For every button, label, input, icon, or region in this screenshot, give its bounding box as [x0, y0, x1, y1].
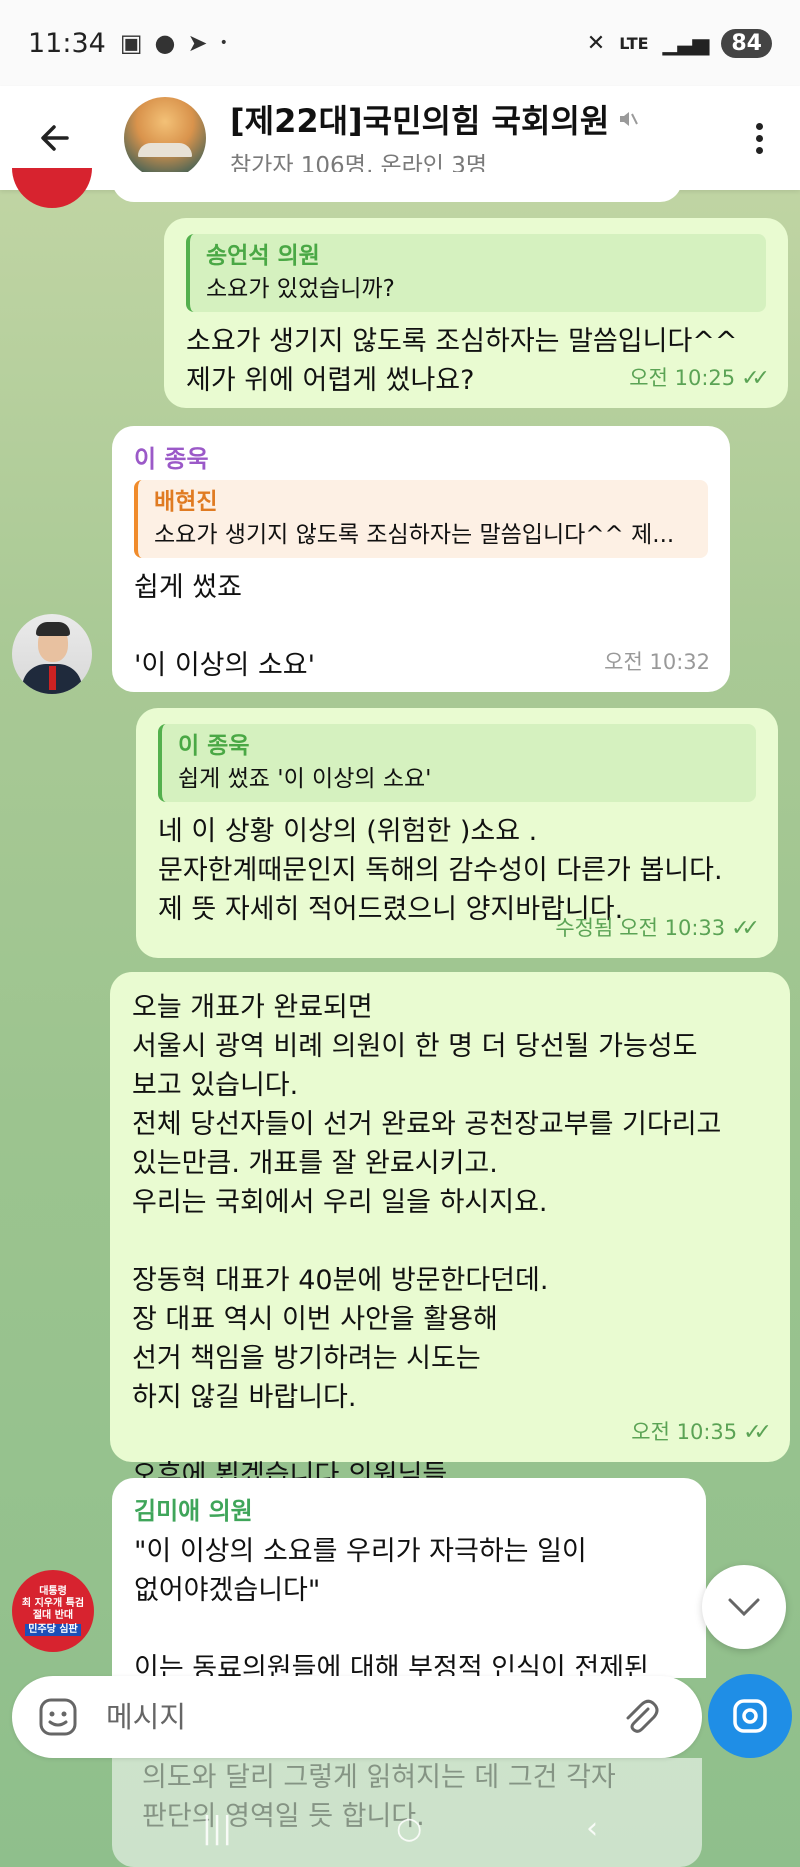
- avatar-text: 민주당 심판: [25, 1624, 81, 1636]
- read-checks-icon: ✓✓: [741, 366, 770, 391]
- status-system-icons: ✕ LTE ▁▃▅ 84: [586, 28, 772, 58]
- message-bubble-outgoing[interactable]: 이 종욱 쉽게 썼죠 '이 이상의 소요' 네 이 상황 이상의 (위험한 )소…: [136, 708, 778, 958]
- more-options-button[interactable]: [744, 122, 774, 154]
- attach-button[interactable]: [620, 1695, 660, 1739]
- paperclip-icon: [626, 1699, 659, 1733]
- chat-title-row: [제22대]국민의힘 국회의원: [230, 96, 744, 142]
- dot-icon: •: [219, 35, 228, 51]
- back-arrow-icon: [41, 125, 69, 151]
- quote-author: 이 종욱: [178, 733, 250, 759]
- chat-icon: ●: [154, 29, 176, 57]
- avatar-cropped[interactable]: [12, 168, 92, 208]
- read-checks-icon: ✓✓: [743, 1420, 772, 1445]
- message-bubble-outgoing[interactable]: 오늘 개표가 완료되면 서울시 광역 비례 의원이 한 명 더 당선될 가능성도…: [110, 972, 790, 1491]
- sender-avatar[interactable]: [12, 614, 92, 694]
- chevron-down-icon: [728, 1598, 760, 1617]
- status-notification-icons: ▣ ● ➤ •: [120, 29, 228, 57]
- message-meta: 수정됨 오전 10:33 ✓✓: [555, 909, 760, 948]
- dot: [755, 134, 763, 142]
- dot: [755, 122, 763, 130]
- chat-title: [제22대]국민의힘 국회의원: [230, 102, 610, 140]
- home-icon[interactable]: ○: [396, 1811, 422, 1846]
- quote-text: 소요가 있었습니까?: [206, 276, 395, 302]
- dot: [755, 146, 763, 154]
- avatar-tie: [49, 666, 56, 690]
- group-avatar[interactable]: [124, 97, 206, 179]
- read-checks-icon: ✓✓: [731, 916, 760, 941]
- back-button[interactable]: [30, 113, 80, 163]
- system-nav-bar: ||| ○ ‹: [0, 1790, 800, 1867]
- recent-apps-icon[interactable]: |||: [202, 1811, 232, 1846]
- avatar-text: 최 지우개 특검: [21, 1598, 85, 1609]
- reply-quote[interactable]: 송언석 의원 소요가 있었습니까?: [186, 234, 766, 312]
- scroll-to-bottom-button[interactable]: [702, 1565, 786, 1649]
- reply-quote[interactable]: 배현진 소요가 생기지 않도록 조심하자는 말씀입니다^^ 제...: [134, 480, 708, 558]
- camera-button[interactable]: [708, 1674, 792, 1758]
- reply-quote[interactable]: 이 종욱 쉽게 썼죠 '이 이상의 소요': [158, 724, 756, 802]
- sender-avatar[interactable]: 대통령 최 지우개 특검 절대 반대 민주당 심판: [12, 1570, 94, 1652]
- avatar-hair: [36, 622, 70, 636]
- battery-indicator: 84: [721, 28, 772, 58]
- sticker-button[interactable]: [36, 1695, 80, 1739]
- status-bar: 11:34 ▣ ● ➤ • ✕ LTE ▁▃▅ 84: [0, 0, 800, 86]
- message-meta: 오전 10:35 ✓✓: [631, 1413, 772, 1452]
- message-time: 오전 10:32: [604, 650, 710, 674]
- telegram-icon: ➤: [187, 29, 208, 57]
- quote-text: 소요가 생기지 않도록 조심하자는 말씀입니다^^ 제...: [154, 522, 675, 548]
- status-time: 11:34: [28, 27, 106, 59]
- message-bubble-outgoing[interactable]: 송언석 의원 소요가 있었습니까? 소요가 생기지 않도록 조심하자는 말씀입니…: [164, 218, 788, 408]
- chat-title-area[interactable]: [제22대]국민의힘 국회의원 참가자 106명, 온라인 3명: [230, 96, 744, 180]
- message-time: 오전 10:35: [631, 1420, 738, 1444]
- screenshot-icon: ▣: [119, 29, 143, 57]
- camera-icon: [733, 1699, 767, 1733]
- avatar-text: 절대 반대: [32, 1610, 74, 1621]
- message-bubble-incoming[interactable]: 이 종욱 배현진 소요가 생기지 않도록 조심하자는 말씀입니다^^ 제... …: [112, 426, 730, 692]
- back-nav-icon[interactable]: ‹: [586, 1811, 598, 1846]
- signal-icon: ▁▃▅: [662, 30, 710, 56]
- network-label: LTE: [619, 33, 649, 53]
- message-input-bar: [12, 1676, 702, 1758]
- message-text: "이 이상의 소요를 우리가 자극하는 일이 없어야겠습니다" 이는 동료의원들…: [134, 1536, 649, 1678]
- silent-icon: ✕: [586, 30, 606, 56]
- mute-icon: [620, 112, 639, 126]
- message-input[interactable]: [106, 1700, 620, 1734]
- avatar-text: 대통령: [39, 1586, 67, 1597]
- message-meta: 오전 10:32: [604, 643, 710, 682]
- quote-author: 배현진: [154, 489, 218, 515]
- message-time: 오전 10:25: [629, 366, 736, 390]
- quote-text: 쉽게 썼죠 '이 이상의 소요': [178, 766, 432, 792]
- previous-message-bubble[interactable]: [112, 172, 682, 202]
- sender-name[interactable]: 이 종욱: [134, 442, 708, 476]
- edited-label: 수정됨: [555, 916, 614, 940]
- message-bubble-incoming[interactable]: 김미애 의원 "이 이상의 소요를 우리가 자극하는 일이 없어야겠습니다" 이…: [112, 1478, 706, 1678]
- sticker-icon: [39, 1698, 77, 1736]
- message-meta: 오전 10:25 ✓✓: [629, 359, 770, 398]
- quote-author: 송언석 의원: [206, 243, 320, 269]
- message-time: 오전 10:33: [619, 916, 726, 940]
- sender-name[interactable]: 김미애 의원: [134, 1494, 684, 1528]
